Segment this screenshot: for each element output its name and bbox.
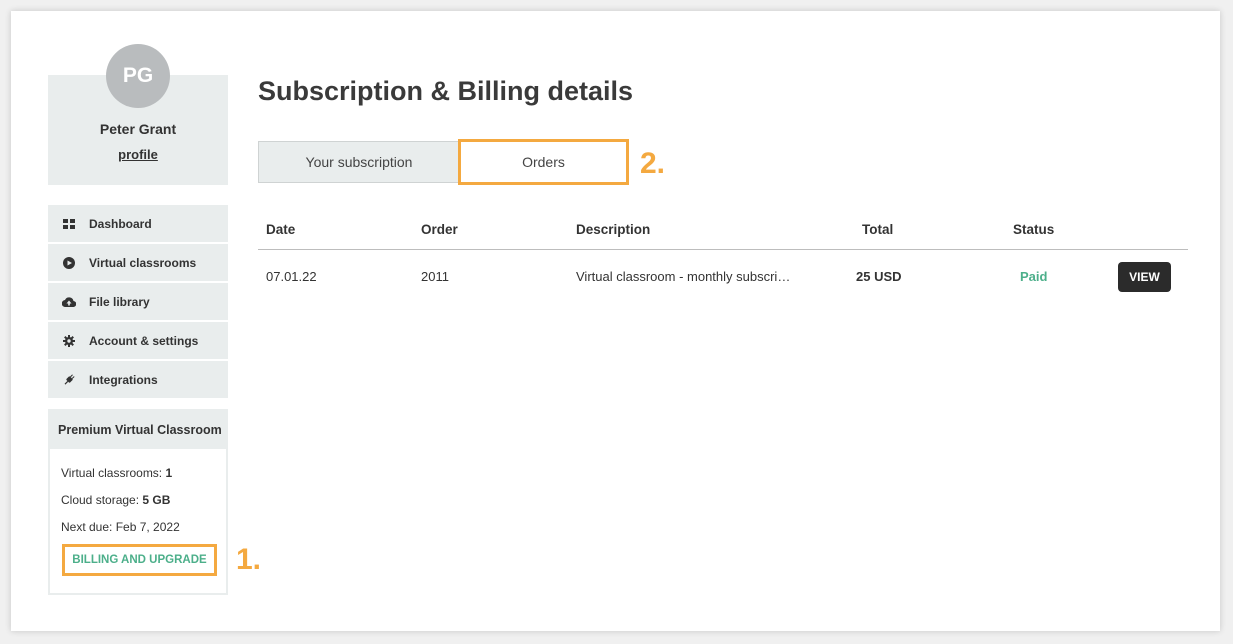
column-header-description: Description — [576, 222, 651, 237]
profile-link[interactable]: profile — [48, 147, 228, 162]
view-order-button[interactable]: VIEW — [1118, 262, 1171, 292]
sidebar-item-dashboard[interactable]: Dashboard — [48, 205, 228, 242]
cell-description: Virtual classroom - monthly subscri… — [576, 269, 791, 284]
plan-storage: Cloud storage: 5 GB — [61, 493, 171, 507]
billing-upgrade-button[interactable]: BILLING AND UPGRADE — [62, 544, 217, 576]
sidebar-item-label: Dashboard — [89, 216, 152, 231]
sidebar-item-label: File library — [89, 294, 150, 309]
sidebar-item-integrations[interactable]: Integrations — [48, 361, 228, 398]
column-header-date: Date — [266, 222, 296, 237]
column-header-order: Order — [421, 222, 458, 237]
column-header-status: Status — [1013, 222, 1055, 237]
gear-icon — [61, 333, 77, 349]
profile-name: Peter Grant — [99, 121, 177, 137]
tab-orders[interactable]: Orders — [458, 139, 629, 185]
plan-card: Premium Virtual Classroom Virtual classr… — [48, 409, 228, 595]
avatar: PG — [106, 44, 170, 108]
sidebar-item-virtual-classrooms[interactable]: Virtual classrooms — [48, 244, 228, 281]
sidebar-item-label: Account & settings — [89, 333, 199, 348]
plan-next-due: Next due: Feb 7, 2022 — [61, 520, 180, 534]
sidebar-item-account-settings[interactable]: Account & settings — [48, 322, 228, 359]
plan-classrooms: Virtual classrooms: 1 — [61, 466, 173, 480]
tab-your-subscription[interactable]: Your subscription — [258, 141, 460, 183]
cell-order: 2011 — [421, 269, 449, 284]
cell-total: 25 USD — [856, 269, 902, 284]
sidebar-item-file-library[interactable]: File library — [48, 283, 228, 320]
column-header-total: Total — [862, 222, 894, 237]
callout-one: 1. — [236, 543, 262, 576]
status-badge: Paid — [1020, 269, 1048, 284]
table-header-divider — [258, 249, 1188, 250]
plan-title: Premium Virtual Classroom — [50, 411, 226, 449]
plug-icon — [61, 372, 77, 388]
play-circle-icon — [61, 255, 77, 271]
cloud-upload-icon — [61, 294, 77, 310]
cell-date: 07.01.22 — [266, 269, 317, 284]
page-title: Subscription & Billing details — [258, 76, 634, 106]
callout-two: 2. — [640, 147, 666, 180]
sidebar-nav: Dashboard Virtual classrooms File librar… — [48, 205, 228, 400]
sidebar-item-label: Virtual classrooms — [89, 255, 197, 270]
sidebar-item-label: Integrations — [89, 372, 158, 387]
dashboard-grid-icon — [61, 216, 77, 232]
